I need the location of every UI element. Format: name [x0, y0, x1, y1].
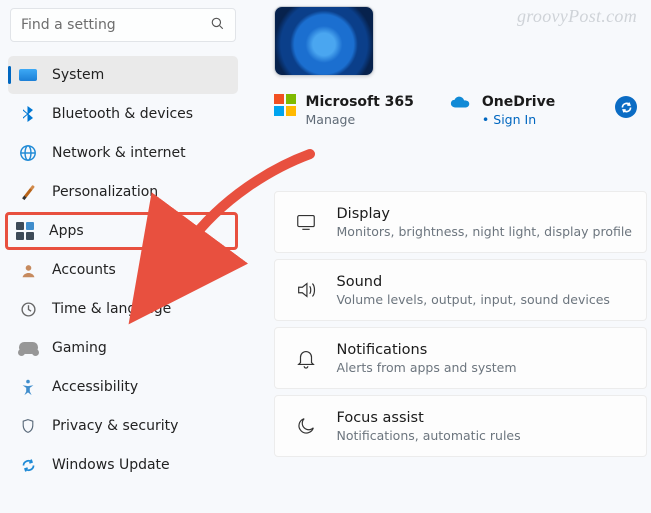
sidebar-item-bluetooth[interactable]: Bluetooth & devices — [8, 95, 238, 133]
search-box[interactable] — [10, 8, 236, 42]
ms365-title: Microsoft 365 — [306, 94, 414, 110]
moon-icon — [289, 415, 323, 437]
tile-display[interactable]: Display Monitors, brightness, night ligh… — [274, 191, 647, 253]
sidebar-item-label: Personalization — [52, 184, 158, 200]
onedrive-card[interactable]: OneDrive • Sign In — [450, 94, 555, 127]
sidebar-item-label: Gaming — [52, 340, 107, 356]
gamepad-icon — [18, 338, 38, 358]
sidebar-item-label: Windows Update — [52, 457, 170, 473]
tile-sub: Monitors, brightness, night light, displ… — [337, 224, 632, 239]
microsoft-logo-icon — [274, 94, 296, 116]
sidebar-item-accounts[interactable]: Accounts — [8, 251, 238, 289]
onedrive-icon — [450, 94, 472, 114]
sidebar-item-network[interactable]: Network & internet — [8, 134, 238, 172]
search-icon — [210, 16, 225, 35]
accessibility-icon — [18, 377, 38, 397]
tile-sub: Notifications, automatic rules — [337, 428, 521, 443]
system-tiles: Display Monitors, brightness, night ligh… — [274, 191, 647, 457]
sidebar-item-privacy[interactable]: Privacy & security — [8, 407, 238, 445]
sidebar-item-gaming[interactable]: Gaming — [8, 329, 238, 367]
search-input[interactable] — [21, 17, 210, 33]
accounts-icon — [18, 260, 38, 280]
sidebar-nav: System Bluetooth & devices Network & int… — [8, 56, 238, 484]
sound-icon — [289, 279, 323, 301]
sidebar-item-label: Apps — [49, 223, 84, 239]
ms365-card[interactable]: Microsoft 365 Manage — [274, 94, 414, 127]
tile-label: Notifications — [337, 342, 517, 358]
sidebar-item-time-language[interactable]: Time & language — [8, 290, 238, 328]
display-icon — [289, 211, 323, 233]
tile-sound[interactable]: Sound Volume levels, output, input, soun… — [274, 259, 647, 321]
tile-label: Focus assist — [337, 410, 521, 426]
sidebar-item-windows-update[interactable]: Windows Update — [8, 446, 238, 484]
sidebar-item-label: Accessibility — [52, 379, 138, 395]
paintbrush-icon — [18, 182, 38, 202]
sidebar-item-label: Time & language — [52, 301, 171, 317]
clock-icon — [18, 299, 38, 319]
sidebar-item-label: Privacy & security — [52, 418, 178, 434]
sidebar: System Bluetooth & devices Network & int… — [0, 0, 244, 513]
network-icon — [18, 143, 38, 163]
main-panel: groovyPost.com Microsoft 365 Manage OneD… — [244, 0, 651, 513]
bell-icon — [289, 347, 323, 369]
sync-button[interactable] — [615, 96, 637, 118]
ms365-action[interactable]: Manage — [306, 112, 414, 127]
shield-icon — [18, 416, 38, 436]
bluetooth-icon — [18, 104, 38, 124]
watermark: groovyPost.com — [517, 6, 637, 27]
sidebar-item-system[interactable]: System — [8, 56, 238, 94]
tile-focus-assist[interactable]: Focus assist Notifications, automatic ru… — [274, 395, 647, 457]
apps-icon — [15, 221, 35, 241]
tile-label: Display — [337, 206, 632, 222]
sidebar-item-label: System — [52, 67, 104, 83]
account-row: Microsoft 365 Manage OneDrive • Sign In — [274, 94, 647, 127]
system-icon — [18, 65, 38, 85]
onedrive-action[interactable]: • Sign In — [482, 112, 555, 127]
desktop-preview[interactable] — [274, 6, 374, 76]
sidebar-item-label: Network & internet — [52, 145, 186, 161]
tile-label: Sound — [337, 274, 610, 290]
sidebar-item-accessibility[interactable]: Accessibility — [8, 368, 238, 406]
sidebar-item-personalization[interactable]: Personalization — [8, 173, 238, 211]
update-icon — [18, 455, 38, 475]
sidebar-item-label: Accounts — [52, 262, 116, 278]
tile-sub: Volume levels, output, input, sound devi… — [337, 292, 610, 307]
onedrive-title: OneDrive — [482, 94, 555, 110]
sidebar-item-apps[interactable]: Apps — [5, 212, 238, 250]
tile-sub: Alerts from apps and system — [337, 360, 517, 375]
sidebar-item-label: Bluetooth & devices — [52, 106, 193, 122]
tile-notifications[interactable]: Notifications Alerts from apps and syste… — [274, 327, 647, 389]
